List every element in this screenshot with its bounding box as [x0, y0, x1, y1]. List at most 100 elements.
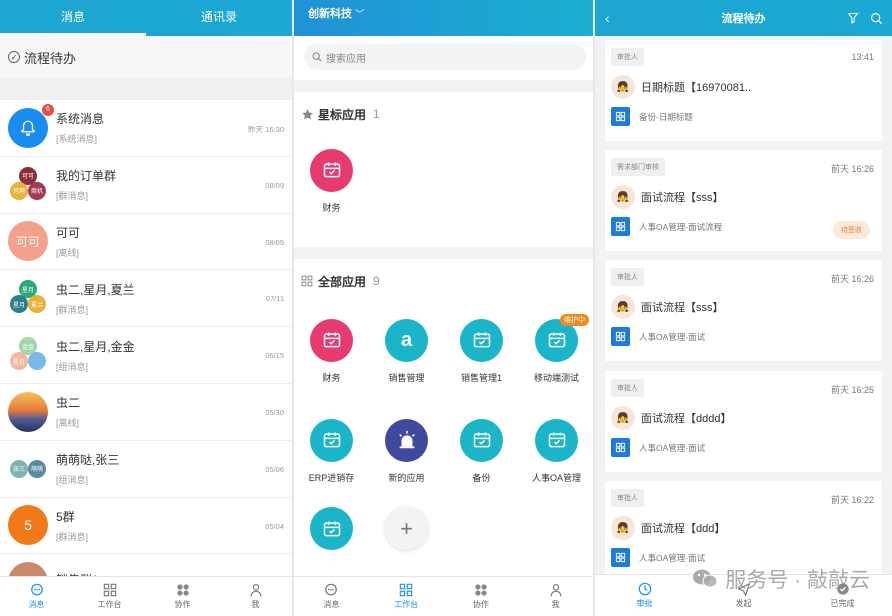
chat-item-orders[interactable]: 可可 珂珂 商机 我的订单群 [群消息] 08/09 — [0, 157, 292, 214]
nav-label: 审批 — [636, 599, 653, 608]
chat-sub: [组消息] — [56, 361, 89, 372]
app-new[interactable]: 新的应用 — [369, 401, 444, 501]
avatar: 可可 — [8, 221, 48, 262]
group-avatar: 张三 萌萌 — [8, 449, 48, 489]
todo-card[interactable]: 审批人 前天 16:25 👧 面试流程【dddd】 人事OA管理-面试 — [605, 371, 882, 472]
card-time: 前天 16:22 — [830, 495, 874, 505]
app-finance-starred[interactable]: 财务 — [294, 136, 369, 226]
card-title: 面试流程【sss】 — [641, 192, 724, 204]
card-title: 面试流程【sss】 — [641, 302, 724, 314]
nav-collab[interactable]: 协作 — [444, 577, 519, 616]
app-erp[interactable]: ERP进销存 — [294, 401, 369, 501]
app-name: 备份 — [472, 472, 491, 483]
nav-workspace[interactable]: 工作台 — [73, 577, 146, 616]
nav-me[interactable]: 我 — [219, 577, 292, 616]
app-backup[interactable]: 备份 — [444, 401, 519, 501]
calendar-icon — [310, 418, 353, 462]
sunset-avatar — [8, 391, 48, 432]
nav-messages[interactable]: 消息 — [0, 577, 73, 616]
nav-label: 协作 — [472, 600, 489, 609]
chat-time: 07/11 — [265, 294, 284, 304]
calendar-icon — [310, 318, 353, 362]
chat-time: 08/09 — [265, 237, 284, 247]
app-sales[interactable]: a 销售管理 — [369, 301, 444, 401]
nav-label: 工作台 — [394, 600, 419, 609]
app-name: 人事OA管理 — [531, 472, 581, 483]
tab-messages[interactable]: 消息 — [0, 0, 146, 36]
bottom-nav: 消息 工作台 协作 我 — [294, 576, 593, 616]
card-time: 13:41 — [851, 52, 874, 62]
chat-bubble-icon — [29, 583, 45, 597]
filter-icon[interactable] — [847, 12, 859, 24]
workspace-header: 创新科技 ﹀ — [294, 0, 593, 36]
chat-time: 05/04 — [265, 521, 284, 531]
org-switcher[interactable]: 创新科技 ﹀ — [294, 0, 593, 28]
chat-item-mengmeng[interactable]: 张三 萌萌 萌萌哒,张三 [组消息] 05/06 — [0, 441, 292, 498]
nav-workspace[interactable]: 工作台 — [369, 577, 444, 616]
app-sales1[interactable]: 销售管理1 — [444, 301, 519, 401]
tab-contacts[interactable]: 通讯录 — [146, 0, 292, 36]
nav-label: 工作台 — [97, 600, 122, 609]
app-hr-oa[interactable]: 人事OA管理 — [519, 401, 593, 501]
chat-sub: [群消息] — [56, 191, 89, 202]
app-finance[interactable]: 财务 — [294, 301, 369, 401]
chat-item-keke[interactable]: 可可 可可 [离线] 08/09 — [0, 214, 292, 271]
nav-collab[interactable]: 协作 — [146, 577, 219, 616]
chat-title: 萌萌哒,张三 — [56, 453, 120, 468]
calendar-icon — [310, 148, 353, 192]
chat-bubble-icon — [323, 583, 339, 597]
calendar-icon — [460, 318, 503, 362]
chat-item-group-jinjin[interactable]: 金金 星月 虫二,星月,金金 [组消息] 06/15 — [0, 327, 292, 384]
chat-item-group-xialan[interactable]: 星月 星月 夏兰 虫二,星月,夏兰 [群消息] 07/11 — [0, 270, 292, 328]
todo-card[interactable]: 需求部门审核 前天 16:26 👧 面试流程【sss】 人事OA管理-面试流程 待… — [605, 150, 882, 251]
workspace-panel: 创新科技 ﹀ 搜索应用 星标应用 1 财务 全部应用 9 财务 a 销售管理 销售管理… — [294, 0, 593, 616]
nav-approve[interactable]: 审批 — [595, 575, 694, 616]
plus-icon: + — [385, 507, 428, 550]
app-name: 销售管理 — [388, 372, 425, 383]
nav-label: 发起 — [735, 599, 752, 608]
app-grid-icon — [611, 327, 630, 346]
chat-item-system[interactable]: 6 系统消息 [系统消息] 昨天 16:30 — [0, 100, 292, 157]
card-source: 人事OA管理-面试 — [639, 331, 706, 342]
flow-todo-bar[interactable]: ✓ 流程待办 — [0, 36, 292, 78]
user-icon — [548, 583, 564, 597]
app-name: 移动端测试 — [533, 372, 579, 383]
back-icon[interactable]: ‹ — [605, 10, 610, 26]
grid-icon — [102, 583, 118, 597]
nav-messages[interactable]: 消息 — [294, 577, 369, 616]
app-name: 财务 — [322, 372, 341, 383]
alarm-light-icon — [385, 418, 428, 462]
role-tag: 审批人 — [611, 48, 644, 66]
todo-card[interactable]: 审批人 前天 16:26 👧 面试流程【sss】 人事OA管理-面试 — [605, 260, 882, 361]
chat-title: 我的订单群 — [56, 169, 117, 184]
nav-label: 我 — [251, 600, 260, 609]
nav-label: 已完成 — [830, 599, 855, 608]
chat-item-group5[interactable]: 5 5群 [群消息] 05/04 — [0, 498, 292, 555]
avatar: 👧 — [611, 406, 635, 430]
chat-time: 08/09 — [265, 180, 284, 190]
unread-badge: 6 — [42, 103, 54, 116]
nav-label: 我 — [551, 600, 560, 609]
calendar-icon — [535, 418, 578, 462]
nav-me[interactable]: 我 — [518, 577, 593, 616]
search-placeholder: 搜索应用 — [326, 53, 366, 65]
app-name: 销售管理1 — [460, 372, 502, 383]
card-title: 面试流程【dddd】 — [641, 413, 732, 425]
avatar: 👧 — [611, 185, 635, 209]
all-apps-label: 全部应用 — [318, 274, 367, 289]
grid-icon — [301, 275, 313, 287]
chat-title: 虫二,星月,金金 — [56, 339, 135, 354]
avatar-mini: 珂珂 — [10, 181, 28, 200]
card-source: 备份-日期标题 — [639, 111, 693, 122]
calendar-icon — [310, 507, 353, 550]
app-name: ERP进销存 — [308, 472, 355, 483]
chat-time: 05/30 — [265, 407, 284, 417]
app-mobile-test[interactable]: 移动端测试 维护中 — [519, 301, 593, 401]
todo-card[interactable]: 审批人 13:41 👧 日期标题【16970081.. 备份-日期标题 — [605, 40, 882, 141]
watermark: 服务号 · 敲敲云 — [691, 564, 870, 594]
search-icon[interactable] — [870, 12, 883, 25]
search-input[interactable]: 搜索应用 — [304, 44, 586, 70]
nav-label: 协作 — [174, 600, 191, 609]
chat-item-chonger[interactable]: 虫二 [离线] 05/30 — [0, 384, 292, 441]
watermark-text: 服务号 · 敲敲云 — [725, 569, 870, 592]
